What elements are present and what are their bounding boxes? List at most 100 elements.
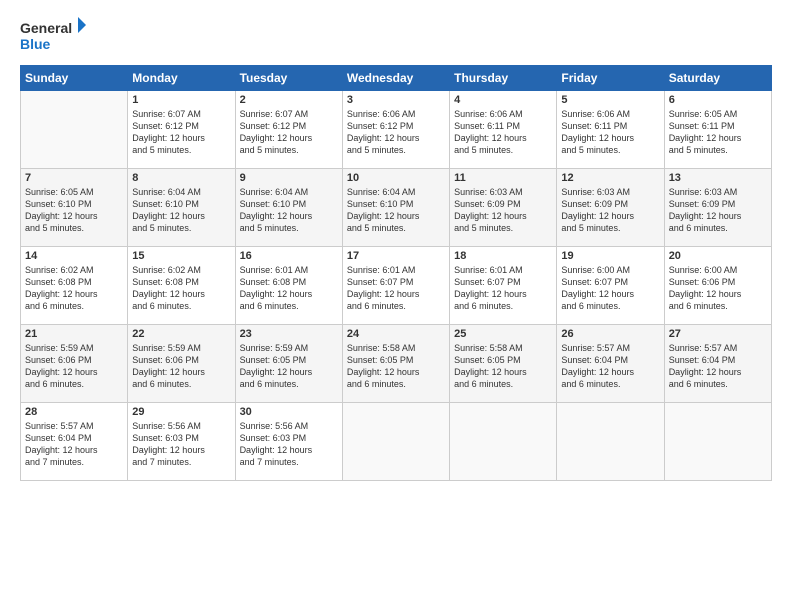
day-info: Sunrise: 6:06 AM Sunset: 6:12 PM Dayligh…	[347, 108, 445, 157]
day-info: Sunrise: 6:04 AM Sunset: 6:10 PM Dayligh…	[132, 186, 230, 235]
day-cell: 5Sunrise: 6:06 AM Sunset: 6:11 PM Daylig…	[557, 91, 664, 169]
day-cell: 22Sunrise: 5:59 AM Sunset: 6:06 PM Dayli…	[128, 325, 235, 403]
day-info: Sunrise: 6:01 AM Sunset: 6:07 PM Dayligh…	[347, 264, 445, 313]
day-cell: 10Sunrise: 6:04 AM Sunset: 6:10 PM Dayli…	[342, 169, 449, 247]
day-number: 15	[132, 250, 230, 262]
day-cell: 9 Sunrise: 6:04 AM Sunset: 6:10 PM Daylig…	[235, 169, 342, 247]
day-cell	[21, 91, 128, 169]
day-number: 27	[669, 328, 767, 340]
day-number: 24	[347, 328, 445, 340]
day-cell: 7 Sunrise: 6:05 AM Sunset: 6:10 PM Daylig…	[21, 169, 128, 247]
day-cell: 1 Sunrise: 6:07 AM Sunset: 6:12 PM Daylig…	[128, 91, 235, 169]
day-cell: 29 Sunrise: 5:56 AM Sunset: 6:03 PM Dayli…	[128, 403, 235, 481]
day-number: 26	[561, 328, 659, 340]
day-cell: 19Sunrise: 6:00 AM Sunset: 6:07 PM Dayli…	[557, 247, 664, 325]
day-info: Sunrise: 5:57 AM Sunset: 6:04 PM Dayligh…	[561, 342, 659, 391]
header-cell-monday: Monday	[128, 66, 235, 91]
svg-text:Blue: Blue	[20, 36, 51, 52]
day-number: 16	[240, 250, 338, 262]
week-row: 14 Sunrise: 6:02 AM Sunset: 6:08 PM Dayli…	[21, 247, 772, 325]
day-number: 2	[240, 94, 338, 106]
week-row: 28 Sunrise: 5:57 AM Sunset: 6:04 PM Dayli…	[21, 403, 772, 481]
day-number: 29	[132, 406, 230, 418]
day-number: 23	[240, 328, 338, 340]
day-number: 17	[347, 250, 445, 262]
day-number: 1	[132, 94, 230, 106]
day-info: Sunrise: 5:57 AM Sunset: 6:04 PM Dayligh…	[25, 420, 123, 469]
day-cell: 3 Sunrise: 6:06 AM Sunset: 6:12 PM Daylig…	[342, 91, 449, 169]
day-info: Sunrise: 5:58 AM Sunset: 6:05 PM Dayligh…	[347, 342, 445, 391]
day-cell: 24 Sunrise: 5:58 AM Sunset: 6:05 PM Dayli…	[342, 325, 449, 403]
day-number: 30	[240, 406, 338, 418]
day-number: 18	[454, 250, 552, 262]
day-cell: 4 Sunrise: 6:06 AM Sunset: 6:11 PM Daylig…	[450, 91, 557, 169]
day-number: 8	[132, 172, 230, 184]
day-cell: 8 Sunrise: 6:04 AM Sunset: 6:10 PM Daylig…	[128, 169, 235, 247]
page-header: General Blue	[20, 15, 772, 55]
day-info: Sunrise: 6:07 AM Sunset: 6:12 PM Dayligh…	[132, 108, 230, 157]
day-info: Sunrise: 6:05 AM Sunset: 6:11 PM Dayligh…	[669, 108, 767, 157]
day-number: 19	[561, 250, 659, 262]
day-info: Sunrise: 5:59 AM Sunset: 6:05 PM Dayligh…	[240, 342, 338, 391]
day-number: 21	[25, 328, 123, 340]
day-number: 25	[454, 328, 552, 340]
header-cell-sunday: Sunday	[21, 66, 128, 91]
day-cell: 14 Sunrise: 6:02 AM Sunset: 6:08 PM Dayli…	[21, 247, 128, 325]
day-cell: 6 Sunrise: 6:05 AM Sunset: 6:11 PM Daylig…	[664, 91, 771, 169]
day-info: Sunrise: 6:00 AM Sunset: 6:06 PM Dayligh…	[669, 264, 767, 313]
calendar-table: SundayMondayTuesdayWednesdayThursdayFrid…	[20, 65, 772, 481]
day-number: 3	[347, 94, 445, 106]
logo-svg: General Blue	[20, 15, 90, 55]
day-cell: 30Sunrise: 5:56 AM Sunset: 6:03 PM Dayli…	[235, 403, 342, 481]
day-number: 7	[25, 172, 123, 184]
day-cell: 12Sunrise: 6:03 AM Sunset: 6:09 PM Dayli…	[557, 169, 664, 247]
header-cell-thursday: Thursday	[450, 66, 557, 91]
day-info: Sunrise: 6:05 AM Sunset: 6:10 PM Dayligh…	[25, 186, 123, 235]
day-info: Sunrise: 6:03 AM Sunset: 6:09 PM Dayligh…	[454, 186, 552, 235]
day-number: 12	[561, 172, 659, 184]
week-row: 7 Sunrise: 6:05 AM Sunset: 6:10 PM Daylig…	[21, 169, 772, 247]
day-cell: 28 Sunrise: 5:57 AM Sunset: 6:04 PM Dayli…	[21, 403, 128, 481]
day-cell: 15 Sunrise: 6:02 AM Sunset: 6:08 PM Dayli…	[128, 247, 235, 325]
day-info: Sunrise: 6:07 AM Sunset: 6:12 PM Dayligh…	[240, 108, 338, 157]
day-info: Sunrise: 5:56 AM Sunset: 6:03 PM Dayligh…	[132, 420, 230, 469]
day-cell: 20 Sunrise: 6:00 AM Sunset: 6:06 PM Dayli…	[664, 247, 771, 325]
header-cell-wednesday: Wednesday	[342, 66, 449, 91]
day-number: 10	[347, 172, 445, 184]
day-cell: 13Sunrise: 6:03 AM Sunset: 6:09 PM Dayli…	[664, 169, 771, 247]
day-number: 6	[669, 94, 767, 106]
day-number: 4	[454, 94, 552, 106]
day-info: Sunrise: 5:59 AM Sunset: 6:06 PM Dayligh…	[25, 342, 123, 391]
day-number: 14	[25, 250, 123, 262]
day-cell: 18 Sunrise: 6:01 AM Sunset: 6:07 PM Dayli…	[450, 247, 557, 325]
day-number: 28	[25, 406, 123, 418]
day-info: Sunrise: 6:02 AM Sunset: 6:08 PM Dayligh…	[25, 264, 123, 313]
day-info: Sunrise: 6:06 AM Sunset: 6:11 PM Dayligh…	[561, 108, 659, 157]
day-number: 9	[240, 172, 338, 184]
day-cell: 25 Sunrise: 5:58 AM Sunset: 6:05 PM Dayli…	[450, 325, 557, 403]
day-info: Sunrise: 5:58 AM Sunset: 6:05 PM Dayligh…	[454, 342, 552, 391]
day-info: Sunrise: 6:03 AM Sunset: 6:09 PM Dayligh…	[669, 186, 767, 235]
day-cell	[450, 403, 557, 481]
day-cell: 2 Sunrise: 6:07 AM Sunset: 6:12 PM Daylig…	[235, 91, 342, 169]
day-number: 11	[454, 172, 552, 184]
day-info: Sunrise: 6:01 AM Sunset: 6:08 PM Dayligh…	[240, 264, 338, 313]
week-row: 21 Sunrise: 5:59 AM Sunset: 6:06 PM Dayli…	[21, 325, 772, 403]
day-cell: 17 Sunrise: 6:01 AM Sunset: 6:07 PM Dayli…	[342, 247, 449, 325]
day-info: Sunrise: 6:06 AM Sunset: 6:11 PM Dayligh…	[454, 108, 552, 157]
day-number: 20	[669, 250, 767, 262]
day-info: Sunrise: 5:57 AM Sunset: 6:04 PM Dayligh…	[669, 342, 767, 391]
day-cell: 21 Sunrise: 5:59 AM Sunset: 6:06 PM Dayli…	[21, 325, 128, 403]
day-cell: 16 Sunrise: 6:01 AM Sunset: 6:08 PM Dayli…	[235, 247, 342, 325]
header-cell-tuesday: Tuesday	[235, 66, 342, 91]
day-cell: 11 Sunrise: 6:03 AM Sunset: 6:09 PM Dayli…	[450, 169, 557, 247]
svg-text:General: General	[20, 20, 72, 36]
day-info: Sunrise: 6:02 AM Sunset: 6:08 PM Dayligh…	[132, 264, 230, 313]
day-info: Sunrise: 6:04 AM Sunset: 6:10 PM Dayligh…	[240, 186, 338, 235]
day-cell: 26 Sunrise: 5:57 AM Sunset: 6:04 PM Dayli…	[557, 325, 664, 403]
header-cell-friday: Friday	[557, 66, 664, 91]
header-row: SundayMondayTuesdayWednesdayThursdayFrid…	[21, 66, 772, 91]
week-row: 1 Sunrise: 6:07 AM Sunset: 6:12 PM Daylig…	[21, 91, 772, 169]
day-info: Sunrise: 6:01 AM Sunset: 6:07 PM Dayligh…	[454, 264, 552, 313]
day-info: Sunrise: 5:59 AM Sunset: 6:06 PM Dayligh…	[132, 342, 230, 391]
